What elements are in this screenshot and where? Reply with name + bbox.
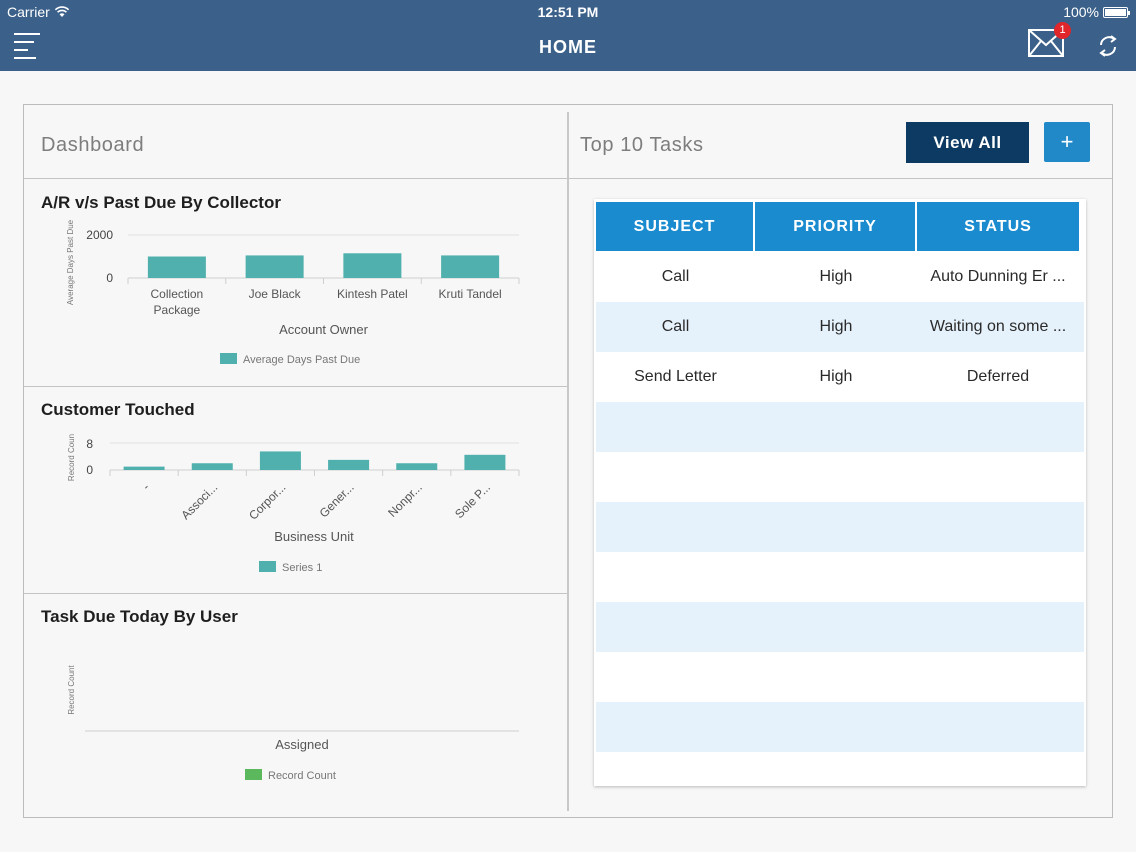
cell-subject: Call — [661, 318, 690, 335]
y-tick-label: 8 — [86, 437, 93, 451]
bar — [396, 463, 438, 470]
chart-ar-collector: 2000 0 Average Days Past Due Collection Pack… — [66, 219, 520, 366]
table-row[interactable]: Call High Waiting on some ... — [596, 302, 1084, 352]
table-row — [596, 552, 1084, 602]
divider — [569, 178, 1112, 179]
bar — [147, 256, 206, 278]
column-header-priority[interactable]: PRIORITY — [755, 202, 917, 251]
status-battery: 100% — [1063, 4, 1130, 20]
notification-badge: 1 — [1054, 22, 1071, 39]
table-row — [596, 702, 1084, 752]
cell-status: Waiting on some ... — [929, 318, 1067, 335]
x-axis-label: Assigned — [275, 737, 328, 752]
bar — [245, 255, 304, 278]
battery-label: 100% — [1063, 4, 1099, 20]
table-row — [596, 452, 1084, 502]
sync-icon[interactable] — [1097, 33, 1119, 59]
x-tick-label: Kintesh Patel — [337, 287, 408, 301]
cell-status: Deferred — [966, 368, 1030, 385]
legend-swatch — [259, 561, 276, 572]
dashboard-title: Dashboard — [41, 134, 145, 156]
y-tick-label: 0 — [106, 271, 113, 285]
x-tick-label: Corpor... — [246, 480, 288, 522]
legend-label: Record Count — [268, 770, 336, 782]
legend-swatch — [220, 353, 237, 364]
y-axis-label: Record Coun — [67, 434, 76, 481]
panel-divider — [567, 112, 569, 811]
x-tick-label: Kruti Tandel — [439, 287, 502, 301]
cell-priority: High — [819, 318, 853, 335]
cell-subject: Call — [661, 268, 690, 285]
view-all-button[interactable]: View All — [906, 122, 1029, 163]
status-time: 12:51 PM — [537, 4, 599, 20]
column-header-status[interactable]: STATUS — [917, 202, 1079, 251]
table-row[interactable]: Send Letter High Deferred — [596, 352, 1084, 402]
table-row — [596, 602, 1084, 652]
legend-label: Series 1 — [282, 562, 322, 574]
bar — [464, 454, 506, 470]
bar — [259, 451, 301, 470]
bar — [123, 466, 165, 470]
tasks-table: SUBJECT PRIORITY STATUS Call High Auto Dun… — [594, 199, 1086, 786]
table-body: Call High Auto Dunning Er ... Call High Waiti… — [596, 252, 1084, 780]
top-bar: Carrier 12:51 PM 100% HOME 1 — [0, 0, 1136, 71]
y-tick-label: 0 — [86, 463, 93, 477]
x-tick-label: Package — [154, 303, 201, 317]
x-tick-label: Joe Black — [249, 287, 302, 301]
cell-priority: High — [819, 268, 853, 285]
bar — [328, 459, 370, 470]
y-axis-label: Record Count — [67, 665, 76, 715]
chart-customer-touched: 8 0 Record Coun - Associ... Corpor... Gener...… — [67, 434, 520, 574]
x-axis-label: Business Unit — [274, 529, 354, 544]
bar — [191, 463, 233, 470]
x-tick-label: Associ... — [178, 480, 220, 522]
page-title: HOME — [539, 37, 597, 57]
chart-task-due: Record Count Assigned Record Count — [67, 665, 519, 782]
cell-subject: Send Letter — [634, 368, 717, 385]
table-row — [596, 752, 1084, 780]
bar — [343, 253, 402, 278]
bar — [441, 255, 500, 278]
x-tick-label: Sole P... — [452, 480, 493, 521]
table-row — [596, 652, 1084, 702]
cell-status: Auto Dunning Er ... — [930, 268, 1066, 285]
divider — [24, 178, 567, 179]
x-tick-label: Gener... — [317, 480, 357, 520]
x-tick-label: - — [139, 480, 152, 493]
y-axis-label: Average Days Past Due — [66, 219, 75, 305]
table-row — [596, 502, 1084, 552]
cell-priority: High — [819, 368, 853, 385]
x-axis-label: Account Owner — [279, 322, 369, 337]
tasks-title: Top 10 Tasks — [580, 134, 704, 156]
column-header-subject[interactable]: SUBJECT — [596, 202, 755, 251]
y-tick-label: 2000 — [86, 228, 113, 242]
table-row[interactable]: Call High Auto Dunning Er ... — [596, 252, 1084, 302]
x-tick-label: Nonpr... — [385, 480, 425, 520]
x-tick-label: Collection — [151, 287, 204, 301]
legend-label: Average Days Past Due — [243, 354, 360, 366]
add-task-button[interactable]: + — [1044, 122, 1090, 162]
battery-icon — [1103, 6, 1130, 18]
table-header: SUBJECT PRIORITY STATUS — [596, 202, 1079, 251]
table-row — [596, 402, 1084, 452]
legend-swatch — [245, 769, 262, 780]
